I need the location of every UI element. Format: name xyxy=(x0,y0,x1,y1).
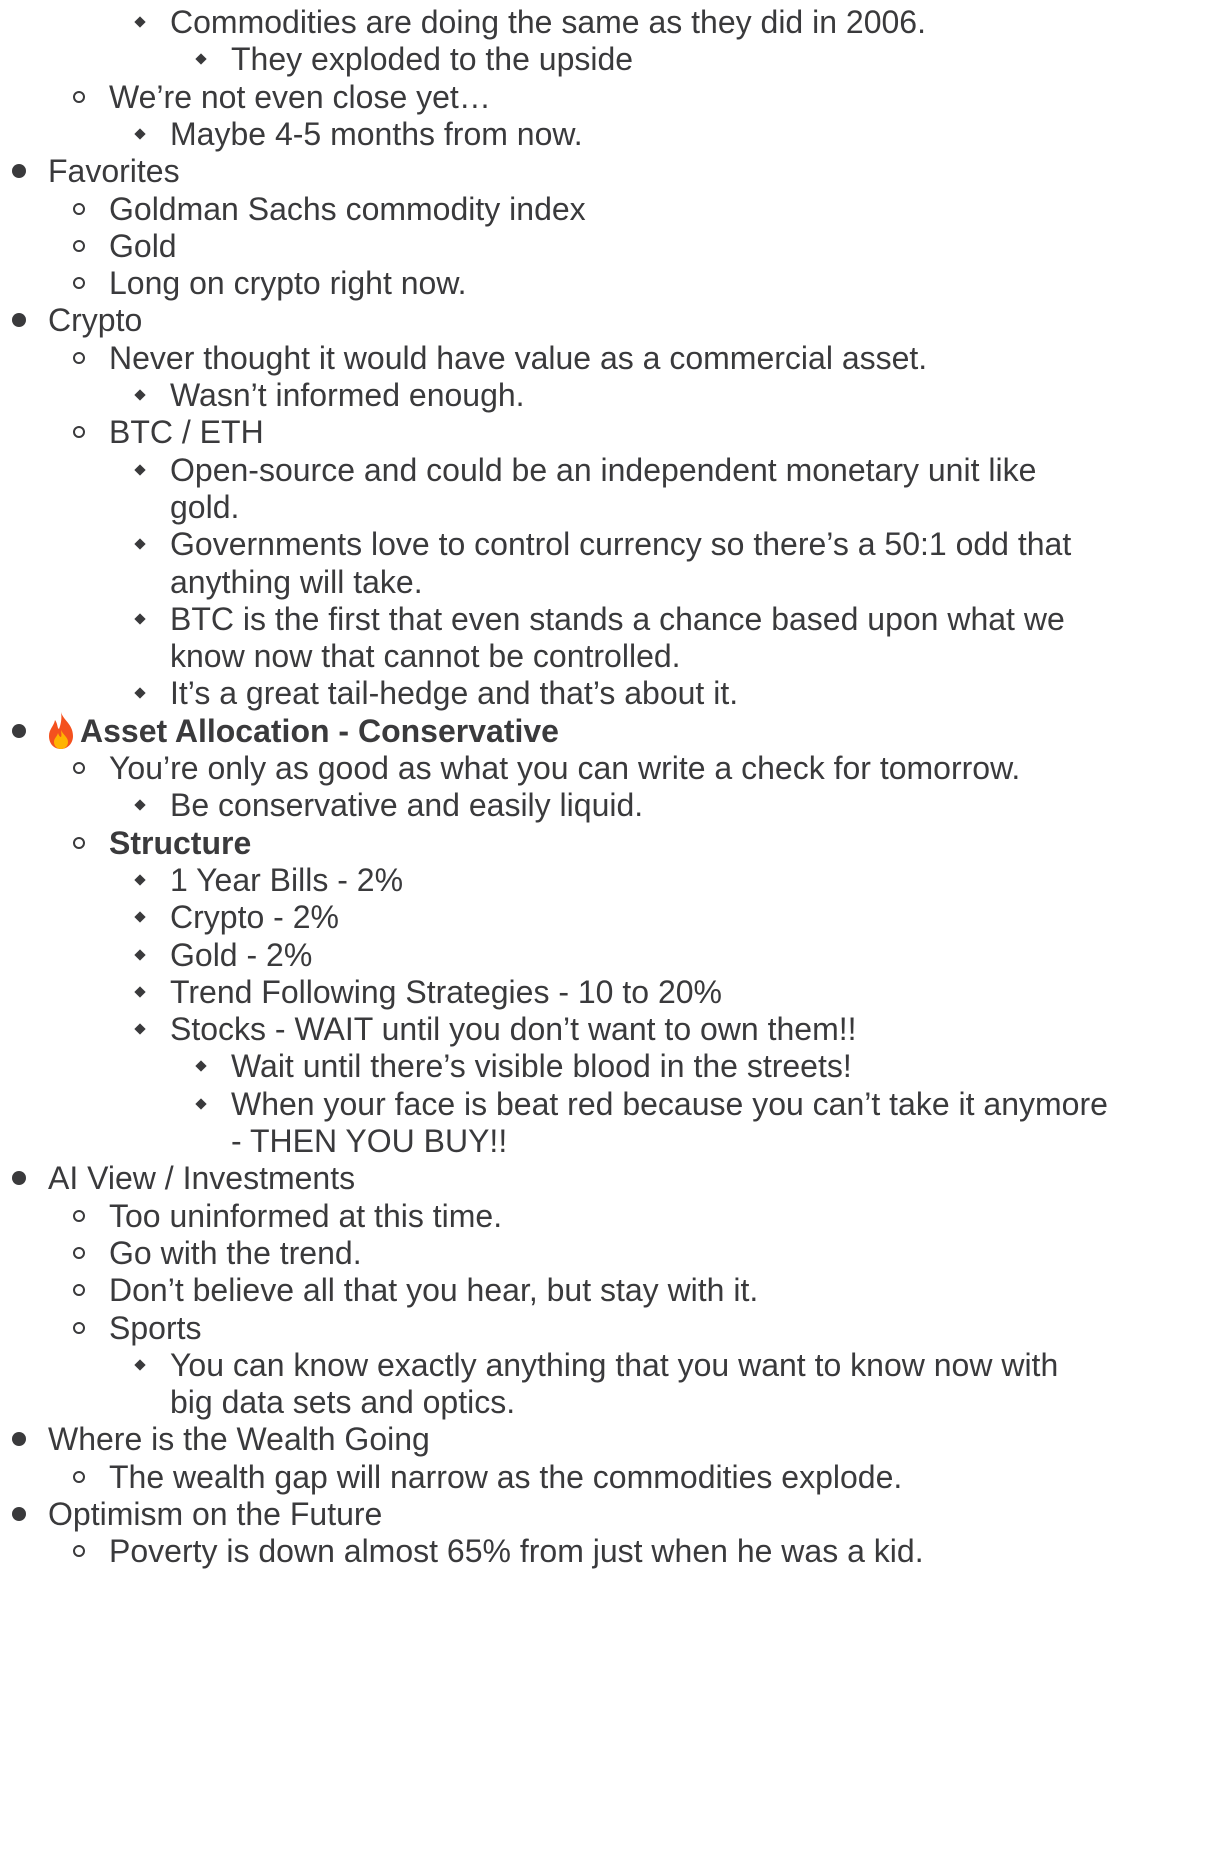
item-label: Trend Following Strategies - 10 to 20% xyxy=(170,973,722,1010)
item-label: Too uninformed at this time. xyxy=(109,1197,503,1234)
item-label: Commodities are doing the same as they d… xyxy=(170,4,926,40)
item-label: Wasn’t informed enough. xyxy=(170,377,525,413)
item-label: BTC is the first that even stands a chan… xyxy=(170,600,1065,637)
outline-line: Poverty is down almost 65% from just whe… xyxy=(0,1529,1214,1573)
item-label: BTC / ETH xyxy=(109,414,264,451)
item-label: The wealth gap will narrow as the commod… xyxy=(109,1458,903,1495)
bullet-icon xyxy=(12,1432,26,1447)
item-label: Wait until there’s visible blood in the … xyxy=(231,1048,852,1085)
bullet-icon xyxy=(73,1545,85,1558)
bullet-icon xyxy=(73,202,85,215)
bullet-icon xyxy=(73,1470,85,1483)
bullet-icon xyxy=(134,911,146,923)
bullet-icon xyxy=(12,313,26,328)
bullet-icon xyxy=(195,1098,207,1110)
fire-icon xyxy=(49,711,73,749)
bullet-icon xyxy=(134,948,146,961)
notes-outline: Commodities are doing the same as they d… xyxy=(0,0,1214,1862)
sub-item: Poverty is down almost 65% from just whe… xyxy=(109,1529,924,1573)
item-label: Long on crypto right now. xyxy=(109,265,467,302)
bullet-icon xyxy=(73,90,85,103)
item-label: 1 Year Bills - 2% xyxy=(170,861,404,898)
item-label: Stocks - WAIT until you don’t want to ow… xyxy=(170,1011,857,1048)
bullet-icon xyxy=(12,1507,26,1521)
bullet-icon xyxy=(73,277,85,290)
item-label: Go with the trend. xyxy=(109,1234,362,1271)
bullet-icon xyxy=(134,1359,146,1371)
item-label: Goldman Sachs commodity index xyxy=(109,190,586,227)
bullet-icon xyxy=(134,538,146,550)
item-label: When your face is beat red because you c… xyxy=(231,1085,1108,1122)
item-label: Sports xyxy=(109,1309,202,1346)
bullet-icon xyxy=(12,164,26,179)
bullet-icon xyxy=(73,1284,85,1297)
item-label: Gold - 2% xyxy=(170,936,313,973)
bullet-icon xyxy=(73,1209,85,1222)
item-label: Crypto - 2% xyxy=(170,899,339,936)
item-label: know now that cannot be controlled. xyxy=(170,638,681,675)
bullet-icon xyxy=(134,1023,146,1035)
bullet-icon xyxy=(73,426,85,439)
item-label: Where is the Wealth Going xyxy=(48,1421,430,1458)
bullet-icon xyxy=(73,836,85,849)
bullet-icon xyxy=(73,762,85,774)
item-label: Optimism on the Future xyxy=(48,1496,383,1532)
item-label: They exploded to the upside xyxy=(231,41,634,78)
bullet-icon xyxy=(134,687,146,700)
item-label: Favorites xyxy=(48,153,180,190)
item-label: gold. xyxy=(170,488,240,525)
bullet-icon xyxy=(134,613,146,625)
item-label: We’re not even close yet… xyxy=(109,78,491,115)
bullet-icon xyxy=(195,1060,207,1073)
bullet-icon xyxy=(134,799,146,811)
item-label: Asset Allocation - Conservative xyxy=(80,712,559,749)
bullet-icon xyxy=(73,1246,85,1259)
item-label: Crypto xyxy=(48,302,143,339)
bullet-icon xyxy=(134,16,146,28)
bullet-icon xyxy=(12,723,26,738)
bullet-icon xyxy=(73,1321,85,1334)
bullet-icon xyxy=(134,986,146,998)
item-label: - THEN YOU BUY!! xyxy=(231,1123,508,1159)
item-label: Poverty is down almost 65% from just whe… xyxy=(109,1533,924,1570)
item-label: big data sets and optics. xyxy=(170,1384,516,1421)
item-label: It’s a great tail-hedge and that’s about… xyxy=(170,675,739,712)
item-label: Gold xyxy=(109,227,177,264)
bullet-icon xyxy=(195,53,207,65)
bullet-icon xyxy=(73,351,85,364)
item-label: anything will take. xyxy=(170,563,423,600)
bullet-icon xyxy=(12,1171,26,1186)
item-label: You can know exactly anything that you w… xyxy=(170,1346,1059,1383)
bullet-icon xyxy=(134,463,146,476)
bullet-icon xyxy=(134,389,146,401)
item-label: Don’t believe all that you hear, but sta… xyxy=(109,1272,759,1309)
item-label: Structure xyxy=(109,824,252,861)
item-label: Maybe 4-5 months from now. xyxy=(170,115,583,152)
bullet-icon xyxy=(73,239,85,252)
item-label: Be conservative and easily liquid. xyxy=(170,787,644,824)
item-label: Open-source and could be an independent … xyxy=(170,451,1037,488)
item-label: Governments love to control currency so … xyxy=(170,526,1072,563)
item-label: You’re only as good as what you can writ… xyxy=(109,750,1021,786)
item-label: AI View / Investments xyxy=(48,1160,356,1197)
bullet-icon xyxy=(134,128,146,140)
item-label: Never thought it would have value as a c… xyxy=(109,339,928,376)
bullet-icon xyxy=(134,874,146,886)
